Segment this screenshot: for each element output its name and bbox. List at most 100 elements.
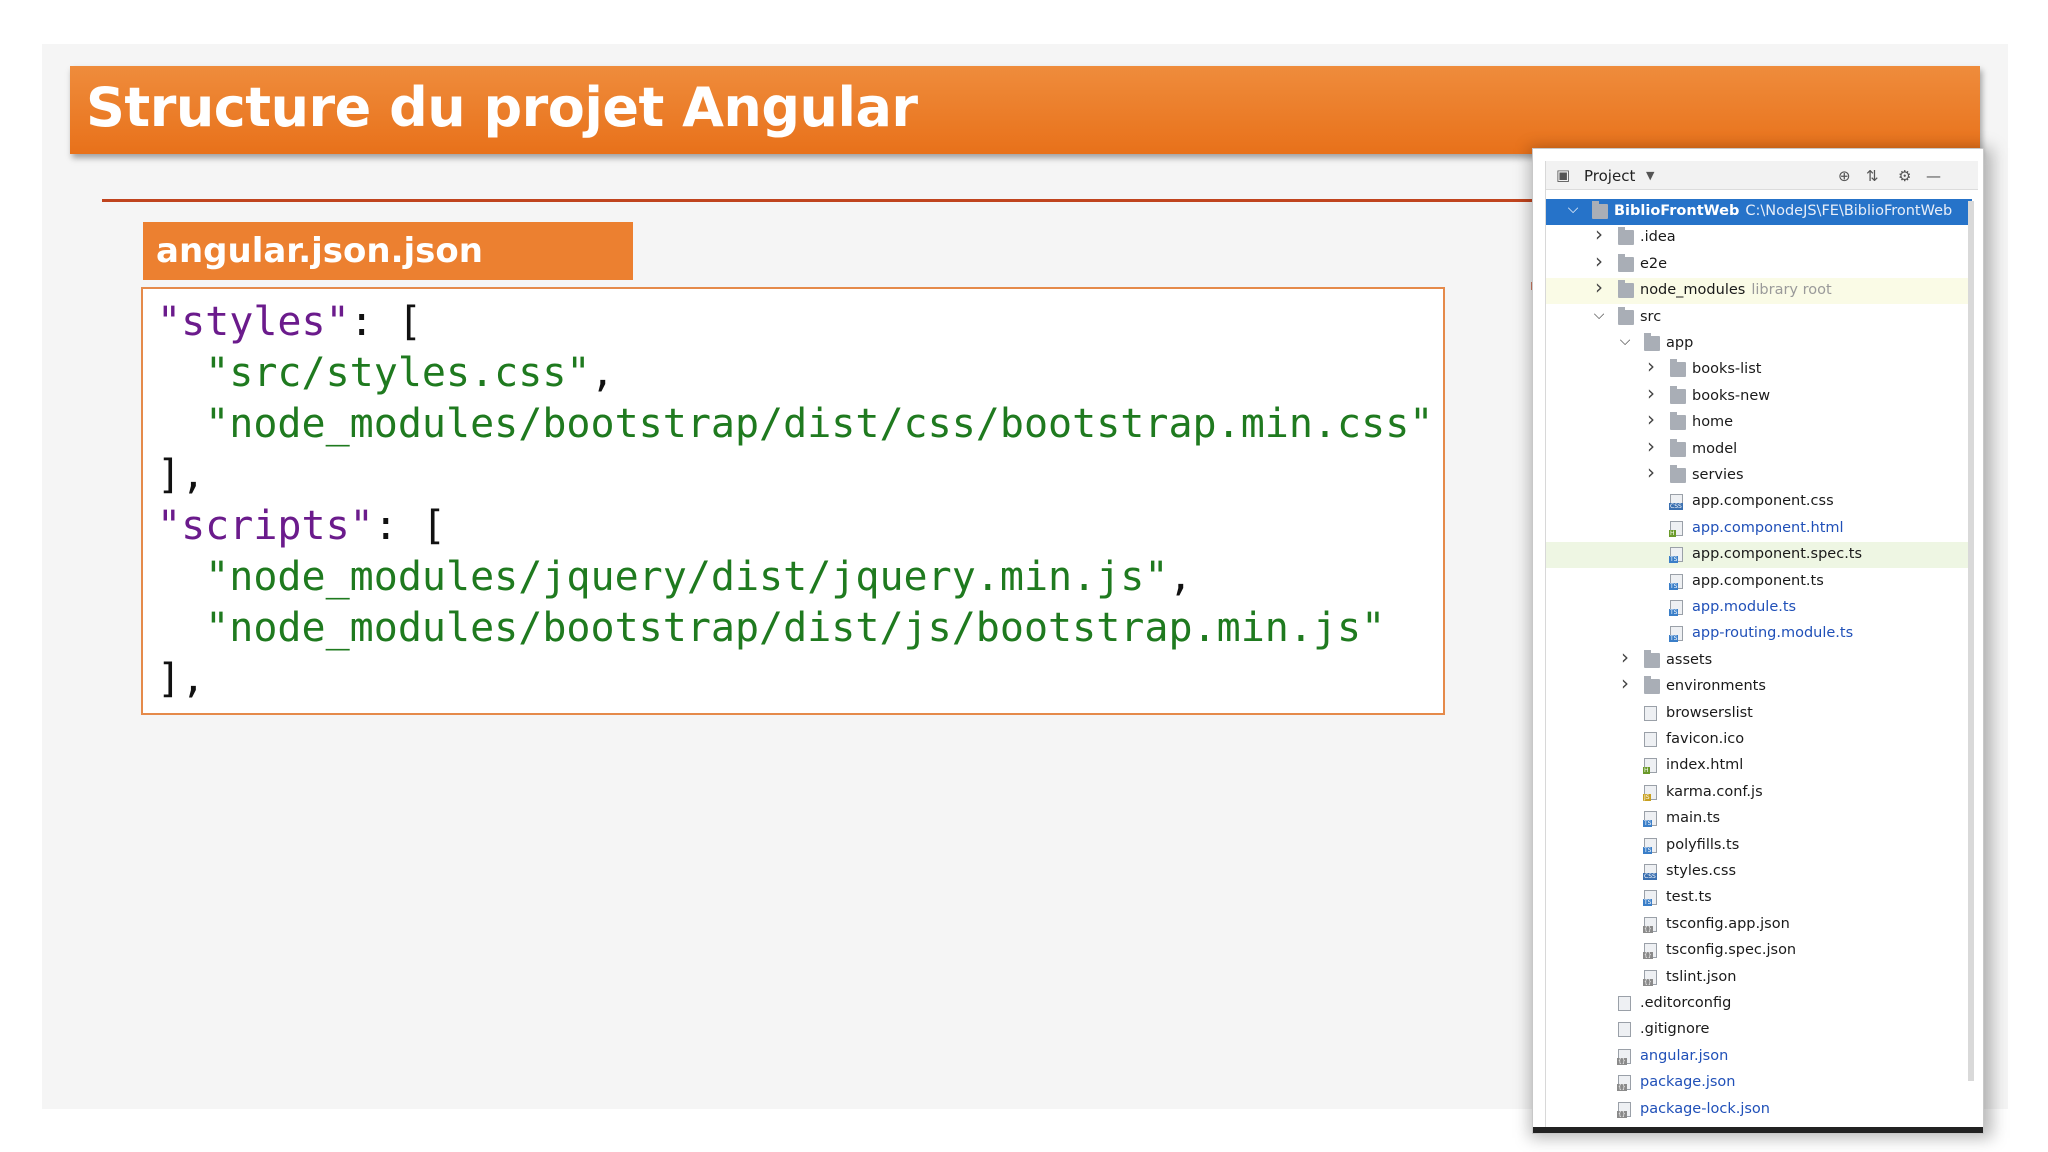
hide-panel-icon[interactable]: — — [1926, 167, 1941, 185]
tree-file-row[interactable]: CSS styles.css — [1546, 859, 1972, 885]
tree-item-label: BiblioFrontWeb — [1614, 203, 1740, 219]
tree-file-row[interactable]: Hindex.html — [1546, 753, 1972, 779]
tree-folder-row[interactable]: › e2e — [1546, 249, 1972, 278]
js-file-icon: JS — [1643, 784, 1657, 801]
collapsed-chevron-icon[interactable]: › — [1644, 434, 1658, 458]
code-line: "scripts": [ — [157, 503, 446, 549]
tree-folder-row[interactable]: › node_modules library root — [1546, 275, 1972, 305]
collapsed-chevron-icon[interactable]: › — [1618, 671, 1632, 695]
collapse-all-icon[interactable]: ⇅ — [1866, 167, 1879, 185]
tree-item-label: app.component.spec.ts — [1692, 546, 1863, 563]
folder-icon — [1670, 359, 1686, 378]
collapsed-chevron-icon[interactable]: › — [1592, 249, 1606, 273]
folder-icon — [1592, 201, 1608, 219]
folder-icon — [1670, 438, 1686, 457]
tree-file-row[interactable]: TS app.module.ts — [1546, 595, 1972, 621]
project-panel-title[interactable]: Project — [1584, 167, 1635, 185]
tree-file-row[interactable]: TS test.ts — [1546, 885, 1972, 911]
library-root-hint: library root — [1751, 282, 1832, 299]
tree-folder-row[interactable]: › .idea — [1546, 222, 1972, 251]
code-line: ], — [157, 452, 205, 498]
tree-file-row[interactable]: {} package-lock.json — [1546, 1097, 1972, 1123]
tree-file-row[interactable]: {} tsconfig.app.json — [1546, 912, 1972, 938]
tree-folder-row[interactable]: › books-list — [1546, 354, 1972, 383]
tree-item-label: app-routing.module.ts — [1692, 625, 1854, 642]
tree-file-row[interactable]: favicon.ico — [1546, 727, 1972, 753]
ts-file-icon: TS — [1643, 837, 1657, 854]
json-punctuation — [157, 605, 205, 651]
tree-file-row[interactable]: JS karma.conf.js — [1546, 780, 1972, 806]
code-box: "styles": [ "src/styles.css", "node_modu… — [141, 287, 1445, 715]
tree-item-label: app.component.ts — [1692, 572, 1824, 589]
view-dropdown-chevron-icon[interactable]: ▼ — [1646, 169, 1654, 182]
tree-item-label: src — [1640, 308, 1662, 325]
json-punctuation: ], — [157, 452, 206, 498]
json-file-icon: {} — [1617, 1101, 1631, 1118]
collapsed-chevron-icon[interactable]: › — [1644, 460, 1658, 484]
tree-folder-row[interactable]: › assets — [1546, 645, 1972, 674]
code-block: "styles": [ "src/styles.css", "node_modu… — [157, 297, 1433, 705]
collapsed-chevron-icon[interactable]: › — [1592, 222, 1606, 246]
tree-file-row[interactable]: TS app.component.spec.ts — [1546, 542, 1972, 569]
tree-folder-row[interactable]: › books-new — [1546, 381, 1972, 410]
tree-folder-row[interactable]: › environments — [1546, 671, 1972, 700]
tree-item-label: polyfills.ts — [1666, 836, 1740, 853]
tree-item-label: browserslist — [1666, 704, 1753, 721]
tree-item-label: karma.conf.js — [1666, 783, 1763, 800]
folder-icon — [1670, 412, 1686, 431]
collapsed-chevron-icon[interactable]: › — [1644, 407, 1658, 431]
tree-file-row[interactable]: browserslist — [1546, 701, 1972, 727]
tree-item-label: .idea — [1640, 229, 1676, 246]
tree-file-row[interactable]: {} package.json — [1546, 1070, 1972, 1096]
tree-file-row[interactable]: TS app.component.ts — [1546, 569, 1972, 595]
folder-icon — [1618, 306, 1634, 325]
collapsed-chevron-icon[interactable]: › — [1618, 645, 1632, 669]
tree-file-row[interactable]: .gitignore — [1546, 1017, 1972, 1043]
tree-folder-row[interactable]: ⌵ src — [1546, 305, 1972, 331]
locate-file-icon[interactable]: ⊕ — [1838, 167, 1851, 185]
css-file-icon: CSS — [1643, 864, 1657, 880]
tree-folder-row[interactable]: › model — [1546, 434, 1972, 463]
settings-gear-icon[interactable]: ⚙ — [1898, 167, 1911, 185]
expanded-chevron-icon[interactable]: ⌵ — [1566, 201, 1580, 217]
tree-folder-row[interactable]: › servies — [1546, 460, 1972, 489]
code-line: "node_modules/bootstrap/dist/css/bootstr… — [157, 401, 1433, 447]
tree-file-row[interactable]: {} tslint.json — [1546, 965, 1972, 991]
json-file-icon: {} — [1617, 1048, 1631, 1065]
tree-file-row[interactable]: {} tsconfig.spec.json — [1546, 938, 1972, 964]
expanded-chevron-icon[interactable]: ⌵ — [1592, 307, 1606, 323]
tree-folder-row[interactable]: ⌵ BiblioFrontWeb C:\NodeJS\FE\BiblioFrontW… — [1546, 199, 1972, 225]
tree-file-row[interactable]: .editorconfig — [1546, 991, 1972, 1017]
panel-bottom-edge — [1533, 1127, 1983, 1133]
folder-icon — [1644, 676, 1660, 695]
json-punctuation: : [ — [373, 503, 446, 549]
tree-item-label: app.component.html — [1692, 519, 1844, 536]
tree-item-label: tslint.json — [1666, 968, 1737, 985]
project-tool-window-inner: ▣ Project ▼ ⊕ ⇅ ⚙ — ⌵ BiblioFrontWeb C:\No… — [1545, 161, 1978, 1133]
folder-icon — [1670, 385, 1686, 404]
ts-file-icon: TS — [1669, 626, 1683, 643]
collapsed-chevron-icon[interactable]: › — [1644, 381, 1658, 405]
folder-icon — [1670, 465, 1686, 483]
tree-folder-row[interactable]: › home — [1546, 407, 1972, 436]
collapsed-chevron-icon[interactable]: › — [1592, 275, 1606, 299]
txt-file-icon — [1618, 1022, 1631, 1038]
tree-file-row[interactable]: TS app-routing.module.ts — [1546, 621, 1972, 647]
ts-file-icon: TS — [1669, 600, 1683, 616]
tree-file-row[interactable]: CSS app.component.css — [1546, 489, 1972, 515]
json-key: "styles" — [157, 299, 350, 345]
tree-file-row[interactable]: TS main.ts — [1546, 806, 1972, 832]
tree-file-row[interactable]: Happ.component.html — [1546, 516, 1972, 542]
json-punctuation — [157, 554, 205, 600]
tree-file-row[interactable]: TS polyfills.ts — [1546, 833, 1972, 859]
tree-item-label: node_modules — [1640, 282, 1746, 299]
title-bar: Structure du projet Angular — [70, 66, 1980, 154]
tree-item-label: styles.css — [1666, 863, 1737, 879]
tree-folder-row[interactable]: ⌵ app — [1546, 331, 1972, 357]
tree-file-row[interactable]: {} angular.json — [1546, 1044, 1972, 1070]
collapsed-chevron-icon[interactable]: › — [1644, 354, 1658, 378]
tree-scrollbar[interactable] — [1968, 201, 1974, 1081]
slide-title: Structure du projet Angular — [86, 76, 918, 139]
expanded-chevron-icon[interactable]: ⌵ — [1618, 333, 1632, 349]
project-tool-window[interactable]: ▣ Project ▼ ⊕ ⇅ ⚙ — ⌵ BiblioFrontWeb C:\No… — [1532, 148, 1984, 1134]
